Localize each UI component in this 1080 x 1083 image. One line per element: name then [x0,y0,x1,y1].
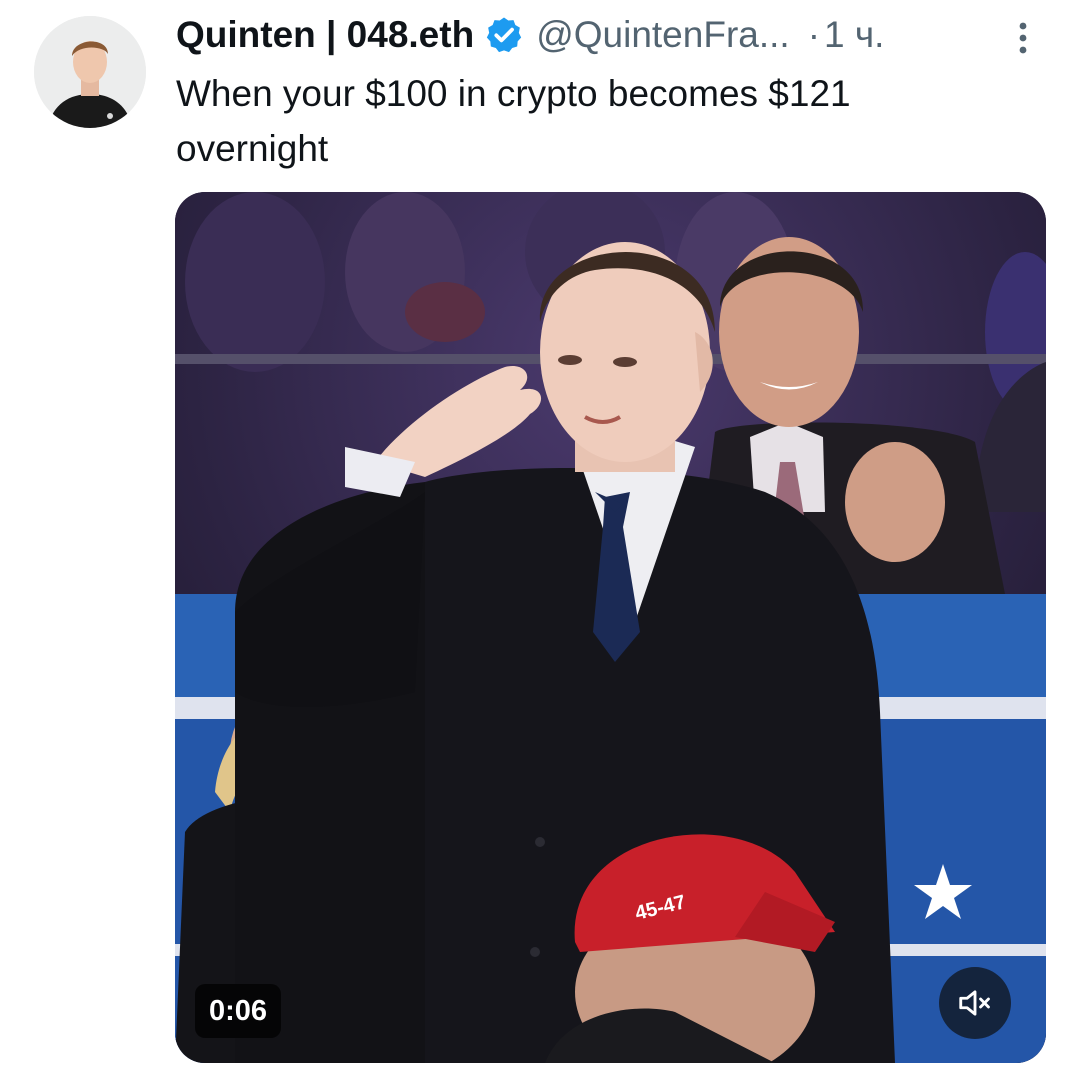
post-time[interactable]: 1 ч. [824,12,884,58]
volume-muted-icon[interactable] [939,967,1011,1039]
tweet-text: When your $100 in crypto becomes $121 ov… [176,73,851,169]
tweet-card[interactable]: Quinten | 048.eth @QuintenFra... · 1 ч. … [0,0,1080,1083]
more-vertical-icon[interactable] [1006,16,1040,60]
avatar-portrait-image [34,16,146,128]
verified-badge-icon[interactable] [484,15,524,55]
video-duration-badge: 0:06 [195,984,282,1038]
header-separator: · [807,14,821,55]
video-player[interactable]: 45-47 0:06 [175,192,1046,1063]
video-frame-image: 45-47 [175,192,1046,1063]
author-display-name[interactable]: Quinten | 048.eth [176,12,474,58]
tweet-header: Quinten | 048.eth @QuintenFra... · 1 ч. [176,12,1056,58]
author-handle[interactable]: @QuintenFra... [536,12,790,58]
author-avatar[interactable] [34,16,146,128]
